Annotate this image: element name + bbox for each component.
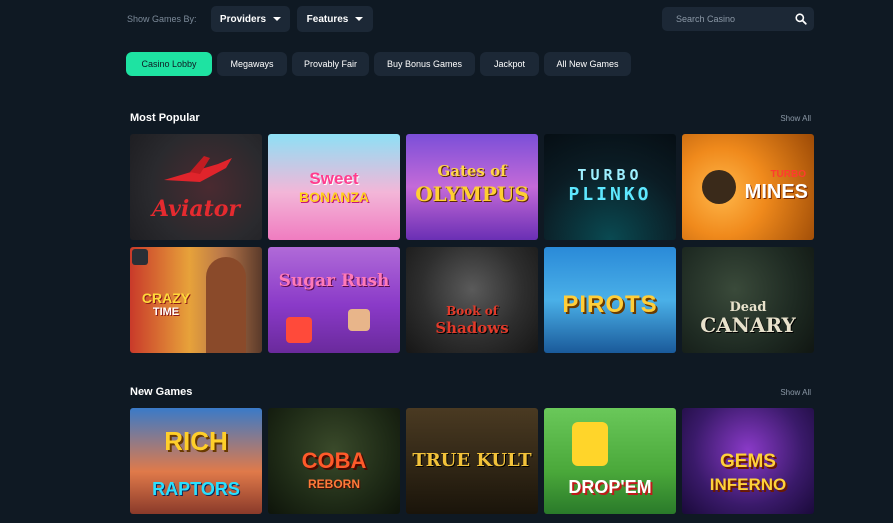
game-tile-gems-inferno[interactable]: GEMS INFERNO — [682, 408, 814, 514]
tab-provably-fair[interactable]: Provably Fair — [292, 52, 369, 76]
game-tile-aviator[interactable]: Aviator — [130, 134, 262, 240]
game-subtitle: CANARY — [700, 313, 796, 337]
tab-jackpot[interactable]: Jackpot — [480, 52, 539, 76]
mine-icon — [702, 170, 736, 204]
host-figure — [206, 257, 246, 353]
show-all-most-popular[interactable]: Show All — [780, 114, 811, 123]
game-subtitle: OLYMPUS — [415, 182, 529, 206]
tab-casino-lobby[interactable]: Casino Lobby — [126, 52, 212, 76]
plane-icon — [164, 156, 232, 182]
game-subtitle: BONANZA — [299, 189, 369, 205]
game-title: Sugar Rush — [278, 271, 390, 291]
game-tile-coba-reborn[interactable]: COBA REBORN — [268, 408, 400, 514]
game-tile-rich-raptors[interactable]: RICH RAPTORS — [130, 408, 262, 514]
chevron-down-icon — [355, 17, 364, 21]
game-title: Sweet — [309, 169, 359, 188]
game-title: PIROTS — [562, 291, 658, 318]
filter-toolbar: Show Games By: Providers Features — [0, 6, 893, 32]
game-title: TURBO — [770, 169, 806, 180]
game-subtitle: REBORN — [307, 477, 360, 491]
search-box — [662, 7, 814, 31]
section-title-new-games: New Games — [130, 386, 193, 398]
game-title: GEMS — [720, 451, 776, 472]
game-tile-pirots[interactable]: PIROTS — [544, 247, 676, 353]
candy-icon — [286, 317, 312, 343]
game-tile-gates-of-olympus[interactable]: Gates of OLYMPUS — [406, 134, 538, 240]
game-title: TRUE KULT — [412, 450, 532, 471]
game-title: Book of — [446, 304, 498, 318]
providers-dropdown[interactable]: Providers — [211, 6, 290, 32]
section-title-most-popular: Most Popular — [130, 112, 200, 124]
tab-all-new-games[interactable]: All New Games — [544, 52, 631, 76]
game-tile-turbo-plinko[interactable]: TURBO PLINKO — [544, 134, 676, 240]
features-dropdown-label: Features — [306, 13, 349, 25]
game-tile-crazy-time[interactable]: CRAZY TIME — [130, 247, 262, 353]
game-thumbnail — [406, 247, 538, 353]
game-tile-dead-canary[interactable]: Dead CANARY — [682, 247, 814, 353]
search-icon[interactable] — [794, 12, 808, 26]
game-title: RICH — [164, 426, 228, 456]
category-tabs: Casino Lobby Megaways Provably Fair Buy … — [0, 52, 893, 76]
providers-dropdown-label: Providers — [219, 13, 267, 25]
game-tile-drop-em[interactable]: DROP'EM — [544, 408, 676, 514]
chevron-down-icon — [273, 17, 282, 21]
game-title: Gates of — [437, 162, 507, 180]
play-badge-icon — [132, 249, 148, 265]
show-games-by-label: Show Games By: — [127, 14, 197, 24]
game-subtitle: PLINKO — [568, 184, 652, 205]
game-subtitle: INFERNO — [709, 475, 787, 494]
game-tile-turbo-mines[interactable]: TURBO MINES — [682, 134, 814, 240]
game-title: COBA — [301, 448, 367, 473]
game-subtitle: MINES — [744, 181, 808, 203]
game-title: DROP'EM — [568, 477, 652, 497]
search-input[interactable] — [662, 7, 796, 31]
game-title: Aviator — [152, 196, 240, 222]
features-dropdown[interactable]: Features — [297, 6, 373, 32]
game-tile-true-kult[interactable]: TRUE KULT — [406, 408, 538, 514]
game-subtitle: TIME — [152, 306, 180, 318]
game-subtitle: Shadows — [435, 319, 509, 337]
game-thumbnail — [544, 408, 676, 514]
game-tile-book-of-shadows[interactable]: Book of Shadows — [406, 247, 538, 353]
character-figure — [572, 422, 608, 466]
candy-icon — [348, 309, 370, 331]
game-subtitle: RAPTORS — [152, 479, 240, 499]
game-tile-sweet-bonanza[interactable]: Sweet BONANZA — [268, 134, 400, 240]
show-all-new-games[interactable]: Show All — [780, 388, 811, 397]
game-title: CRAZY — [141, 290, 191, 306]
game-tile-sugar-rush[interactable]: Sugar Rush — [268, 247, 400, 353]
tab-megaways[interactable]: Megaways — [217, 52, 287, 76]
tab-buy-bonus-games[interactable]: Buy Bonus Games — [374, 52, 475, 76]
game-title: TURBO — [577, 166, 643, 184]
